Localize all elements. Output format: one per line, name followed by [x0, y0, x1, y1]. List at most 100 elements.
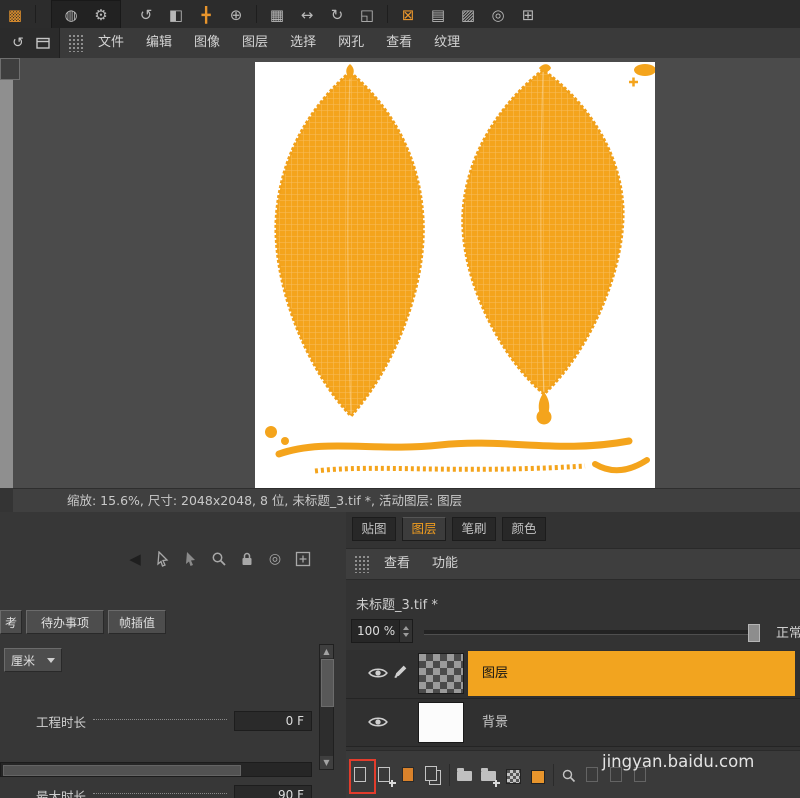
slider-handle[interactable]	[748, 624, 760, 642]
blend-mode-dropdown[interactable]: 正常	[776, 622, 800, 641]
cursor-filled-icon[interactable]	[182, 550, 200, 568]
scrollbar-thumb[interactable]	[321, 659, 334, 707]
layer-mask-button[interactable]	[505, 765, 522, 785]
new-layer-button[interactable]	[349, 758, 376, 794]
tab-color[interactable]: 颜色	[502, 517, 546, 541]
timeline-panel: ◀ ◎ 考 待办事项 帧插值 厘米 ▲ ▼ 工程时长 0 F 最大时长 90 F	[0, 512, 347, 798]
texture-canvas[interactable]	[13, 58, 800, 488]
drag-grip-icon[interactable]	[68, 34, 83, 52]
menu-texture[interactable]: 纹理	[423, 28, 471, 58]
adjustment-layer-icon	[531, 769, 545, 784]
horizontal-scrollbar[interactable]	[0, 762, 312, 777]
window-icon[interactable]	[34, 34, 52, 52]
top-toolbar: ▩ ◍ ⚙ ↺ ◧ ╋ ⊕ ▦ ↔ ↻ ◱ ⊠ ▤ ▨ ◎ ⊞	[0, 0, 800, 29]
undo-icon[interactable]: ↺	[134, 1, 158, 27]
select-box-icon[interactable]: ⊠	[396, 1, 420, 27]
layer-name[interactable]: 背景	[482, 699, 508, 746]
spin-up-icon[interactable]	[403, 625, 409, 630]
layer-mask-icon	[506, 768, 521, 784]
max-length-value[interactable]: 90 F	[234, 785, 312, 798]
step-back-icon[interactable]: ◀	[126, 550, 144, 568]
tab-texture-map[interactable]: 贴图	[352, 517, 396, 541]
add-keyframe-icon[interactable]	[294, 550, 312, 568]
snap-icon[interactable]: ⊕	[224, 1, 248, 27]
tab-brush[interactable]: 笔刷	[452, 517, 496, 541]
menu-mesh[interactable]: 网孔	[327, 28, 375, 58]
layers-menu-row: 查看 功能	[346, 548, 800, 580]
material-icon[interactable]: ▩	[3, 1, 27, 27]
mirror-icon[interactable]: ◧	[164, 1, 188, 27]
menu-edit[interactable]: 编辑	[135, 28, 183, 58]
scrollbar-thumb[interactable]	[3, 765, 241, 776]
layers-grid-icon[interactable]: ▤	[426, 1, 450, 27]
toolbar-separator	[256, 5, 257, 23]
duplicate-layer-button[interactable]	[425, 765, 442, 785]
stepper-arrows[interactable]	[399, 620, 412, 642]
refresh-icon[interactable]: ↺	[9, 34, 27, 52]
unit-dropdown[interactable]: 厘米	[4, 648, 62, 672]
tab-reference[interactable]: 考	[0, 610, 22, 634]
hidden-action-button[interactable]	[585, 765, 602, 785]
layer-row-background[interactable]: 背景	[346, 699, 800, 747]
add-layer-button[interactable]	[377, 765, 396, 787]
grid-icon[interactable]: ▦	[265, 1, 289, 27]
max-length-row: 最大时长 90 F	[0, 784, 312, 798]
shading-sphere-icon[interactable]: ◍	[59, 1, 83, 27]
document-title: 未标题_3.tif *	[356, 598, 438, 613]
add-box-icon[interactable]: ⊞	[516, 1, 540, 27]
magnifier-icon[interactable]	[210, 550, 228, 568]
menu-view[interactable]: 查看	[373, 549, 421, 579]
layers-list: 图层 背景	[346, 650, 800, 747]
ghost-icon	[586, 766, 598, 782]
edit-pencil-icon[interactable]	[392, 663, 409, 680]
tab-todo[interactable]: 待办事项	[26, 610, 104, 634]
spin-down-icon[interactable]	[403, 632, 409, 637]
scroll-down-icon[interactable]: ▼	[320, 756, 333, 769]
fill-layer-button[interactable]	[401, 765, 418, 785]
layer-thumbnail[interactable]	[418, 702, 464, 743]
actions-separator	[449, 763, 450, 786]
new-folder-plus-button[interactable]	[481, 765, 500, 787]
drag-grip-icon[interactable]	[354, 555, 369, 573]
visibility-eye-icon[interactable]	[368, 714, 388, 728]
folder-icon	[457, 767, 472, 781]
cursor-outline-icon[interactable]	[154, 550, 172, 568]
target-icon[interactable]: ◎	[486, 1, 510, 27]
left-scroll-strip[interactable]	[0, 58, 14, 488]
layer-row-selected[interactable]: 图层	[346, 650, 800, 699]
vertical-scrollbar[interactable]: ▲ ▼	[319, 644, 334, 770]
axis-icon[interactable]: ╋	[194, 1, 218, 27]
tab-frame-interpolation[interactable]: 帧插值	[108, 610, 166, 634]
duplicate-layer-icon	[425, 765, 437, 781]
opacity-slider[interactable]	[424, 624, 760, 642]
menu-function[interactable]: 功能	[421, 549, 469, 579]
timeline-tabs: 考 待办事项 帧插值	[0, 610, 166, 636]
menu-image[interactable]: 图像	[183, 28, 231, 58]
menu-select[interactable]: 选择	[279, 28, 327, 58]
search-layer-button[interactable]	[561, 765, 578, 785]
menu-view[interactable]: 查看	[375, 28, 423, 58]
gear-icon[interactable]: ⚙	[89, 1, 113, 27]
toolbar-separator	[35, 5, 36, 23]
checker-icon[interactable]: ▨	[456, 1, 480, 27]
menu-file[interactable]: 文件	[87, 28, 135, 58]
menu-layer[interactable]: 图层	[231, 28, 279, 58]
scroll-up-icon[interactable]: ▲	[320, 645, 333, 658]
rotate-icon[interactable]: ↻	[325, 1, 349, 27]
unit-dropdown-value: 厘米	[11, 653, 36, 668]
canvas-corner-tab[interactable]	[0, 58, 20, 80]
adjustment-layer-button[interactable]	[529, 765, 546, 785]
uv-mesh-image[interactable]	[255, 62, 656, 488]
record-target-icon[interactable]: ◎	[266, 550, 284, 568]
new-folder-button[interactable]	[457, 765, 474, 785]
lock-icon[interactable]	[238, 550, 256, 568]
project-length-value[interactable]: 0 F	[234, 711, 312, 731]
visibility-eye-icon[interactable]	[368, 665, 388, 679]
layer-name[interactable]: 图层	[468, 651, 795, 696]
status-bar: 缩放: 15.6%, 尺寸: 2048x2048, 8 位, 未标题_3.tif…	[13, 488, 800, 512]
opacity-stepper[interactable]: 100 %	[351, 619, 413, 643]
move-icon[interactable]: ↔	[295, 1, 319, 27]
layer-thumbnail[interactable]	[418, 653, 464, 694]
tab-layers[interactable]: 图层	[402, 517, 446, 541]
scale-icon[interactable]: ◱	[355, 1, 379, 27]
